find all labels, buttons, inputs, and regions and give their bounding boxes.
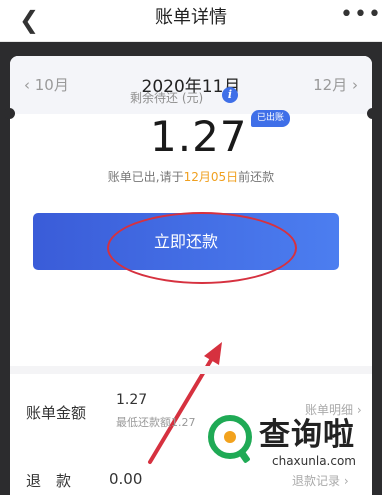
due-date: 12月05日 [183,170,239,184]
watermark-name: 查询啦 [259,417,355,453]
watermark-logo-icon [205,412,255,463]
bill-amount-label: 账单金额 [26,404,87,422]
minimum-payment: 最低还款额1.27 [116,416,196,429]
more-dots-icon: ••• [340,2,382,27]
info-icon[interactable]: i [222,87,238,103]
page-title: 账单详情 [155,7,227,28]
remaining-amount-label: 剩余待还 (元) [130,91,204,105]
next-month-button[interactable]: 12月 › [313,74,358,95]
due-suffix: 前还款 [238,170,275,184]
refund-label: 退 款 [26,472,72,490]
refund-value: 0.00 [109,470,143,488]
status-badge: 已出账 [251,110,291,127]
section-divider [10,366,372,374]
more-button[interactable]: ••• [340,4,381,32]
card-notch-right [367,108,378,119]
due-notice: 账单已出,请于12月05日前还款 [0,168,382,185]
card-notch-left [4,108,15,119]
remaining-amount: 1.27 [150,112,248,161]
annotation-circle [107,212,297,284]
bill-amount-value: 1.27 [116,392,148,408]
watermark-domain: chaxunla.com [272,454,356,468]
watermark: 查询啦 chaxunla.com [193,403,375,493]
navigation-bar: ❮ 账单详情 ••• [0,0,382,42]
due-prefix: 账单已出,请于 [107,170,184,184]
